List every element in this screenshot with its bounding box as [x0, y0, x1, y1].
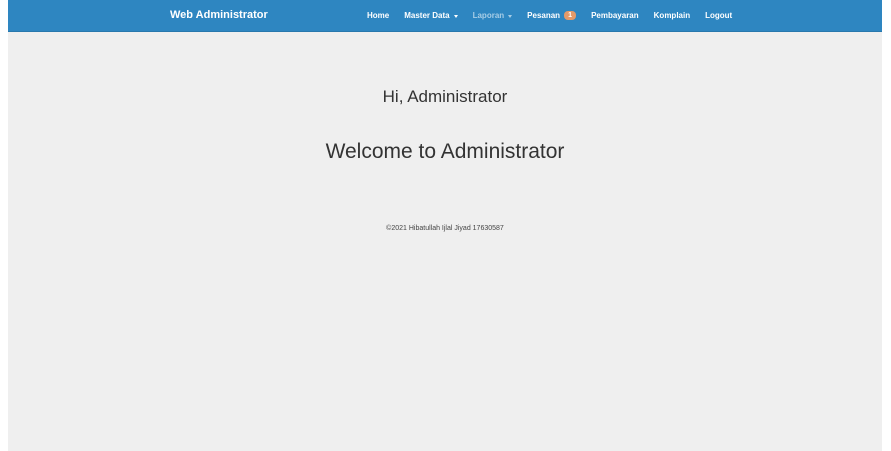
- footer-copyright: ©2021 Hibatullah Ijlal Jiyad 17630587: [386, 225, 504, 232]
- greeting-heading: Hi, Administrator: [382, 87, 508, 106]
- nav-master-data-label: Master Data: [404, 11, 450, 20]
- nav-pesanan-label: Pesanan: [527, 11, 561, 20]
- nav-menu: Home Master Data Laporan Pesanan 1 Pemba…: [367, 0, 747, 31]
- caret-down-icon: [508, 15, 513, 18]
- nav-laporan-label: Laporan: [472, 11, 505, 20]
- nav-home-label: Home: [367, 11, 390, 20]
- nav-pembayaran-label: Pembayaran: [591, 11, 639, 20]
- nav-komplain[interactable]: Komplain: [654, 11, 690, 20]
- nav-logout-label: Logout: [705, 11, 733, 20]
- top-navbar: Web Administrator Home Master Data Lapor…: [8, 0, 882, 32]
- brand-link[interactable]: Web Administrator: [170, 0, 268, 31]
- pesanan-count-badge: 1: [564, 11, 577, 20]
- nav-laporan-dropdown[interactable]: Laporan: [473, 11, 513, 20]
- nav-home[interactable]: Home: [367, 11, 389, 20]
- caret-down-icon: [453, 15, 458, 18]
- welcome-heading: Welcome to Administrator: [325, 140, 565, 163]
- nav-master-data-dropdown[interactable]: Master Data: [404, 11, 458, 20]
- page-frame: Web Administrator Home Master Data Lapor…: [8, 0, 882, 451]
- nav-pesanan[interactable]: Pesanan 1: [527, 11, 577, 20]
- nav-pembayaran[interactable]: Pembayaran: [591, 11, 639, 20]
- nav-komplain-label: Komplain: [653, 11, 691, 20]
- nav-logout[interactable]: Logout: [705, 11, 732, 20]
